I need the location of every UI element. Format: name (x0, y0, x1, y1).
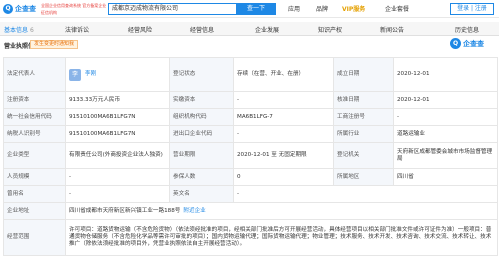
legal-rep-name[interactable]: 李刚 (85, 71, 96, 78)
legal-rep-cell: 李 李刚 (65, 57, 170, 92)
import-code-label: 进出口企业代码 (169, 125, 234, 143)
found-date-value: 2020-12-01 (393, 57, 498, 92)
logo-icon: Q (3, 4, 13, 14)
term-label: 营业期限 (169, 142, 234, 169)
avatar: 李 (69, 68, 81, 81)
nav-apps[interactable]: 应用 (288, 4, 300, 13)
staff-size-label: 人员规模 (3, 168, 66, 186)
paid-capital-label: 实缴资本 (169, 91, 234, 109)
approve-date-label: 核准日期 (333, 91, 394, 109)
org-code-label: 组织机构代码 (169, 108, 234, 126)
biz-reg-label: 工商注册号 (333, 108, 394, 126)
search-button[interactable]: 查一下 (236, 3, 276, 15)
search-input[interactable]: 成都京迈成物流有限公司 (108, 3, 236, 15)
credit-code-label: 统一社会信用代码 (3, 108, 66, 126)
watermark-icon: Q (450, 38, 461, 49)
login-button[interactable]: 登录 | 注册 (450, 3, 494, 15)
english-name-value: - (233, 185, 498, 203)
main-tabs: 基本信息 6 法律诉讼 经营风险 经营信息 企业发展 知识产权 新闻公告 历史信息 (0, 22, 499, 36)
table-row: 企业地址 四川省成都市天府新区新兴镇工业一路188号 附近企业 (3, 202, 498, 220)
company-type-value: 有限责任公司(外商投资企业法人独资) (65, 142, 170, 169)
former-name-value: - (65, 185, 170, 203)
watermark-text: 企查查 (463, 39, 484, 48)
credit-code-value: 91510100MA6B1LFG7N (65, 108, 170, 126)
address-cell: 四川省成都市天府新区新兴镇工业一路188号 附近企业 (65, 202, 498, 220)
region-value: 四川省 (393, 168, 498, 186)
staff-size-value: - (65, 168, 170, 186)
nav-brand[interactable]: 品牌 (316, 4, 328, 13)
authority-value: 天府新区成都管委会城市市场监督管理局 (393, 142, 498, 169)
tab-label: 基本信息 (4, 27, 29, 34)
nav-enterprise-package[interactable]: 企业套餐 (385, 4, 409, 13)
nav-vip[interactable]: VIP服务 (342, 4, 365, 13)
tab-history[interactable]: 历史信息 (455, 25, 479, 34)
industry-value: 道路运输业 (393, 125, 498, 143)
status-value: 存续（在营、开业、在册） (233, 57, 334, 92)
status-label: 登记状态 (169, 57, 234, 92)
table-row: 企业类型 有限责任公司(外商投资企业法人独资) 营业期限 2020-12-01 … (3, 142, 498, 169)
table-row: 法定代表人 李 李刚 登记状态 存续（在营、开业、在册） 成立日期 2020-1… (3, 57, 498, 92)
reg-capital-label: 注册资本 (3, 91, 66, 109)
tab-count: 6 (30, 27, 34, 34)
insured-value: 0 (233, 168, 334, 186)
paid-capital-value: - (233, 91, 334, 109)
table-row: 纳税人识别号 91510100MA6B1LFG7N 进出口企业代码 - 所属行业… (3, 125, 498, 143)
tab-operation[interactable]: 经营信息 (190, 25, 214, 34)
insured-label: 参保人数 (169, 168, 234, 186)
site-logo[interactable]: Q 企查查 (3, 3, 37, 15)
import-code-value: - (233, 125, 334, 143)
biz-reg-value: - (393, 108, 498, 126)
tab-risk[interactable]: 经营风险 (128, 25, 152, 34)
table-row: 统一社会信用代码 91510100MA6B1LFG7N 组织机构代码 MA6B1… (3, 108, 498, 126)
found-date-label: 成立日期 (333, 57, 394, 92)
scope-value: 许可项目：道路货物运输（不含危险货物）（依法须经批准的项目，经相关部门批准后方可… (65, 219, 498, 256)
industry-label: 所属行业 (333, 125, 394, 143)
logo-text: 企查查 (15, 5, 36, 13)
term-value: 2020-12-01 至 无固定期限 (233, 142, 334, 169)
table-row: 曾用名 - 英文名 - (3, 185, 498, 203)
english-name-label: 英文名 (169, 185, 234, 203)
notify-change-button[interactable]: 发生变更时通知我 (30, 40, 79, 49)
table-row: 经营范围 许可项目：道路货物运输（不含危险货物）（依法须经批准的项目，经相关部门… (3, 219, 498, 256)
tab-development[interactable]: 企业发展 (255, 25, 279, 34)
scope-label: 经营范围 (3, 219, 66, 256)
certification-badge: 全国企业信用查询系统 官方备案企业征信机构 (41, 3, 107, 15)
legal-rep-label: 法定代表人 (3, 57, 66, 92)
tab-ip[interactable]: 知识产权 (318, 25, 342, 34)
tab-legal[interactable]: 法律诉讼 (65, 25, 89, 34)
region-label: 所属地区 (333, 168, 394, 186)
table-row: 注册资本 9133.33万元人民币 实缴资本 - 核准日期 2020-12-01 (3, 91, 498, 109)
tab-news[interactable]: 新闻公告 (380, 25, 404, 34)
tax-id-label: 纳税人识别号 (3, 125, 66, 143)
business-license-table: 法定代表人 李 李刚 登记状态 存续（在营、开业、在册） 成立日期 2020-1… (3, 57, 498, 256)
approve-date-value: 2020-12-01 (393, 91, 498, 109)
tab-basic-info[interactable]: 基本信息 6 (4, 25, 34, 34)
tax-id-value: 91510100MA6B1LFG7N (65, 125, 170, 143)
top-bar: Q 企查查 全国企业信用查询系统 官方备案企业征信机构 成都京迈成物流有限公司 … (0, 0, 499, 18)
watermark: Q 企查查 (450, 38, 484, 49)
authority-label: 登记机关 (333, 142, 394, 169)
address-label: 企业地址 (3, 202, 66, 220)
former-name-label: 曾用名 (3, 185, 66, 203)
table-row: 人员规模 - 参保人数 0 所属地区 四川省 (3, 168, 498, 186)
company-type-label: 企业类型 (3, 142, 66, 169)
reg-capital-value: 9133.33万元人民币 (65, 91, 170, 109)
address-value: 四川省成都市天府新区新兴镇工业一路188号 (69, 207, 181, 214)
nearby-companies-link[interactable]: 附近企业 (183, 208, 205, 214)
org-code-value: MA6B1LFG-7 (233, 108, 334, 126)
